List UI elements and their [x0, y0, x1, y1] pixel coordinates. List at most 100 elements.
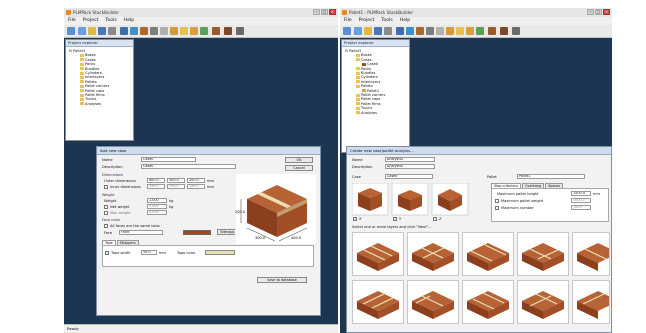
name-field[interactable]: Case0: [141, 157, 196, 162]
folder-icon[interactable]: [364, 27, 372, 35]
pallet-analysis-icon[interactable]: [512, 27, 520, 35]
open-icon[interactable]: [78, 27, 86, 35]
left-toolbar: [64, 25, 338, 38]
orientation-x[interactable]: [352, 183, 389, 216]
orientation-x-checkbox[interactable]: [353, 217, 357, 221]
folder-icon[interactable]: [88, 27, 96, 35]
bundle-icon[interactable]: [150, 27, 158, 35]
max-number-field[interactable]: 1000: [571, 205, 591, 210]
box-icon[interactable]: [396, 27, 404, 35]
layer-pattern-tile[interactable]: [572, 280, 611, 324]
layer-pattern-tile[interactable]: [352, 280, 404, 324]
save-icon[interactable]: [98, 27, 106, 35]
new-project-icon[interactable]: [343, 27, 351, 35]
menu-tools[interactable]: Tools: [105, 17, 116, 25]
minimize-button[interactable]: –: [313, 9, 320, 15]
inner-length-field[interactable]: 396.0: [147, 184, 165, 189]
orientation-z-checkbox[interactable]: [433, 217, 437, 221]
menu-help[interactable]: Help: [124, 17, 134, 25]
layer-pattern-tile[interactable]: [517, 280, 569, 324]
layer-pattern-tile[interactable]: [407, 280, 459, 324]
max-weight-checkbox[interactable]: [495, 199, 499, 203]
cylinder-icon[interactable]: [436, 27, 444, 35]
menu-file[interactable]: File: [344, 17, 352, 25]
layer-pattern-tile[interactable]: [407, 232, 459, 276]
face-select[interactable]: Front: [119, 230, 163, 235]
tree-item-analyses[interactable]: Analyses: [344, 111, 409, 115]
truck-icon[interactable]: [476, 27, 484, 35]
minimize-button[interactable]: –: [587, 9, 594, 15]
weight-field[interactable]: 1.000: [147, 198, 167, 203]
description-field[interactable]: Case0: [141, 164, 236, 169]
menu-project[interactable]: Project: [83, 17, 99, 25]
outer-width-field[interactable]: 300.0: [167, 178, 185, 183]
analysis-icon[interactable]: [488, 27, 496, 35]
interlayer-icon[interactable]: [170, 27, 178, 35]
max-weight-field[interactable]: 0.000: [147, 210, 167, 215]
inner-dimensions-checkbox[interactable]: [104, 185, 108, 189]
net-weight-checkbox[interactable]: [104, 205, 108, 209]
outer-length-field[interactable]: 400.0: [147, 178, 165, 183]
case-analysis-icon[interactable]: [500, 27, 508, 35]
max-number-checkbox[interactable]: [495, 206, 499, 210]
net-weight-field[interactable]: 0.000: [147, 204, 167, 209]
cylinder-icon[interactable]: [160, 27, 168, 35]
pallet-analysis-icon[interactable]: [236, 27, 244, 35]
open-icon[interactable]: [354, 27, 362, 35]
ok-button[interactable]: OK: [285, 157, 313, 163]
analysis-icon[interactable]: [212, 27, 220, 35]
truck-icon[interactable]: [200, 27, 208, 35]
cancel-button[interactable]: Cancel: [285, 165, 313, 171]
orientation-y[interactable]: [391, 183, 429, 216]
pallet-icon[interactable]: [456, 27, 464, 35]
layer-pattern-preview: [522, 243, 564, 271]
layer-pattern-tile[interactable]: [352, 232, 404, 276]
outer-height-field[interactable]: 200.0: [187, 178, 205, 183]
menu-tools[interactable]: Tools: [381, 17, 392, 25]
tree-item-analyses[interactable]: Analyses: [68, 102, 133, 106]
pallet-select[interactable]: Pallet1: [517, 174, 585, 179]
maximize-button[interactable]: □: [595, 9, 602, 15]
tape-width-field[interactable]: 50.0: [141, 250, 157, 255]
new-project-icon[interactable]: [67, 27, 75, 35]
close-project-icon[interactable]: [384, 27, 392, 35]
layer-pattern-tile[interactable]: [462, 232, 514, 276]
orientation-y-checkbox[interactable]: [393, 217, 397, 221]
case-icon[interactable]: [130, 27, 138, 35]
close-button[interactable]: ×: [329, 9, 336, 15]
pack-icon[interactable]: [416, 27, 424, 35]
box-icon[interactable]: [120, 27, 128, 35]
tape-color-picker[interactable]: [205, 250, 235, 255]
all-faces-checkbox[interactable]: [104, 224, 108, 228]
max-height-field[interactable]: 1500.0: [571, 191, 591, 196]
layer-pattern-tile[interactable]: [517, 232, 569, 276]
case-icon[interactable]: [406, 27, 414, 35]
pallet-corner-icon[interactable]: [190, 27, 198, 35]
pallet-corner-icon[interactable]: [466, 27, 474, 35]
orientation-z[interactable]: [431, 183, 469, 216]
pallet-icon[interactable]: [180, 27, 188, 35]
menu-file[interactable]: File: [68, 17, 76, 25]
close-button[interactable]: ×: [603, 9, 610, 15]
pack-icon[interactable]: [140, 27, 148, 35]
save-icon[interactable]: [374, 27, 382, 35]
description-field[interactable]: Analysis0: [385, 164, 435, 169]
max-weight-checkbox[interactable]: [104, 211, 108, 215]
max-weight-field[interactable]: 1000.0: [571, 198, 591, 203]
face-color-picker[interactable]: [183, 230, 211, 235]
menu-project[interactable]: Project: [359, 17, 375, 25]
inner-width-field[interactable]: 296.0: [167, 184, 185, 189]
inner-height-field[interactable]: 196.0: [187, 184, 205, 189]
name-field[interactable]: Analysis0: [385, 157, 435, 162]
bundle-icon[interactable]: [426, 27, 434, 35]
maximize-button[interactable]: □: [321, 9, 328, 15]
interlayer-icon[interactable]: [446, 27, 454, 35]
layer-pattern-tile[interactable]: [462, 280, 514, 324]
case-analysis-icon[interactable]: [224, 27, 232, 35]
menu-help[interactable]: Help: [400, 17, 410, 25]
tape-checkbox[interactable]: [105, 251, 109, 255]
layer-pattern-tile[interactable]: [572, 232, 611, 276]
close-project-icon[interactable]: [108, 27, 116, 35]
save-to-database-button[interactable]: Save to database: [257, 277, 307, 283]
case-select[interactable]: Case0: [385, 174, 433, 179]
